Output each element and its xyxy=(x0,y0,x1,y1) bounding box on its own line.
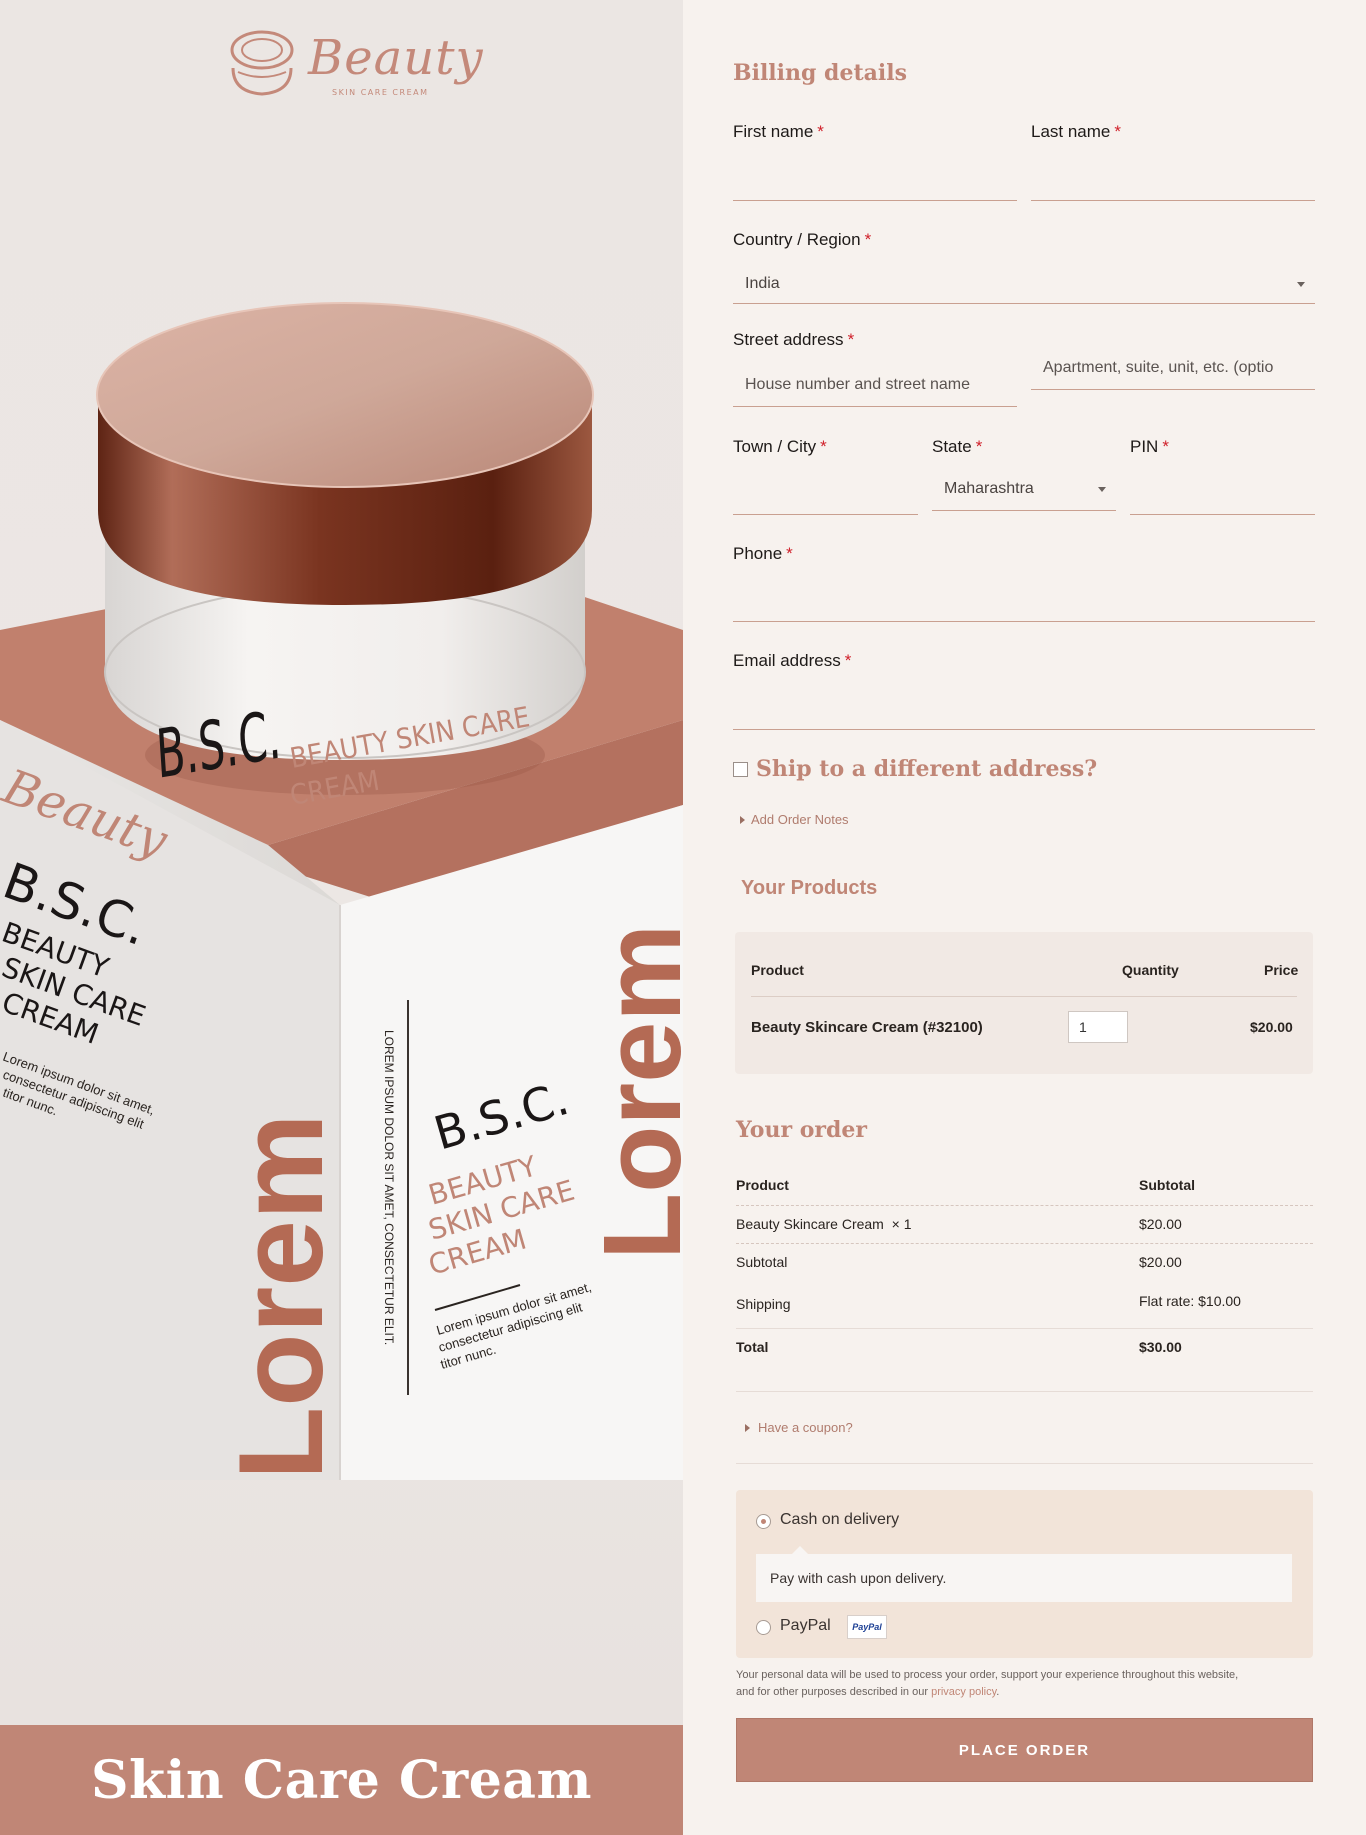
street-address-field[interactable]: House number and street name xyxy=(733,364,1017,407)
coupon-toggle[interactable]: Have a coupon? xyxy=(745,1420,853,1435)
product-price: $20.00 xyxy=(1250,1019,1293,1035)
products-header-quantity: Quantity xyxy=(1122,962,1179,978)
place-order-button[interactable]: PLACE ORDER xyxy=(736,1718,1313,1782)
hero-panel: Beauty SKIN CARE CREAM Lorem Lorem LOREM… xyxy=(0,0,683,1835)
shipping-value: Flat rate: $10.00 xyxy=(1139,1293,1241,1309)
order-divider xyxy=(736,1391,1313,1392)
phone-field[interactable] xyxy=(733,580,1315,622)
order-header-subtotal: Subtotal xyxy=(1139,1177,1195,1193)
products-table: Product Quantity Price Beauty Skincare C… xyxy=(735,932,1313,1074)
compact-mirror-icon xyxy=(230,30,294,96)
products-header-price: Price xyxy=(1264,962,1299,978)
country-value: India xyxy=(745,274,780,292)
billing-title: Billing details xyxy=(733,60,907,86)
street-address-label: Street address * xyxy=(733,330,855,349)
pin-label: PIN * xyxy=(1130,437,1169,456)
ship-different-checkbox[interactable] xyxy=(733,761,748,777)
state-value: Maharashtra xyxy=(944,480,1034,497)
coupon-label: Have a coupon? xyxy=(758,1420,853,1435)
your-products-title: Your Products xyxy=(741,877,878,899)
brand-logo: Beauty SKIN CARE CREAM xyxy=(228,26,483,106)
svg-text:Lorem: Lorem xyxy=(581,924,683,1260)
chevron-down-icon xyxy=(1297,281,1305,287)
order-header-product: Product xyxy=(736,1177,789,1193)
cod-description: Pay with cash upon delivery. xyxy=(756,1554,1292,1602)
logo-wordmark: Beauty xyxy=(308,30,484,86)
order-divider xyxy=(736,1328,1313,1329)
coupon-divider xyxy=(736,1463,1313,1464)
order-item-name: Beauty Skincare Cream × 1 xyxy=(736,1216,912,1232)
payment-methods: Cash on delivery Pay with cash upon deli… xyxy=(736,1490,1313,1658)
paypal-logo-icon: PayPal xyxy=(847,1615,887,1639)
order-notes-toggle[interactable]: Add Order Notes xyxy=(740,812,849,827)
caret-right-icon xyxy=(740,815,745,824)
first-name-label: First name * xyxy=(733,122,824,141)
logo-tagline: SKIN CARE CREAM xyxy=(332,88,429,97)
caret-right-icon xyxy=(745,1423,750,1432)
ship-different-label: Ship to a different address? xyxy=(756,756,1098,782)
paypal-label[interactable]: PayPal xyxy=(780,1617,831,1635)
checkout-panel: Billing details First name * Last name * C… xyxy=(683,0,1366,1835)
privacy-policy-link[interactable]: privacy policy xyxy=(931,1686,996,1698)
subtotal-label: Subtotal xyxy=(736,1254,788,1270)
order-divider xyxy=(736,1205,1313,1206)
email-field[interactable] xyxy=(733,688,1315,730)
last-name-field[interactable] xyxy=(1031,160,1315,201)
first-name-field[interactable] xyxy=(733,160,1017,201)
shipping-label: Shipping xyxy=(736,1296,791,1312)
your-order-title: Your order xyxy=(736,1117,867,1143)
paypal-radio[interactable] xyxy=(756,1620,771,1635)
total-value: $30.00 xyxy=(1139,1339,1182,1355)
total-label: Total xyxy=(736,1339,769,1355)
svg-text:LOREM IPSUM DOLOR SIT AMET, CO: LOREM IPSUM DOLOR SIT AMET, CONSECTETUR … xyxy=(382,1030,396,1345)
hero-title: Skin Care Cream xyxy=(91,1749,592,1811)
state-label: State * xyxy=(932,437,983,456)
apartment-field[interactable]: Apartment, suite, unit, etc. (optio xyxy=(1031,347,1315,390)
privacy-notice: Your personal data will be used to proce… xyxy=(736,1669,1239,1698)
hero-banner: Skin Care Cream xyxy=(0,1725,683,1835)
email-label: Email address * xyxy=(733,651,852,670)
product-image: Lorem Lorem LOREM IPSUM DOLOR SIT AMET, … xyxy=(0,302,683,1480)
ship-different-row[interactable]: Ship to a different address? xyxy=(733,756,1097,782)
cod-radio[interactable] xyxy=(756,1514,771,1529)
pin-field[interactable] xyxy=(1130,474,1315,515)
subtotal-value: $20.00 xyxy=(1139,1254,1182,1270)
phone-label: Phone * xyxy=(733,544,793,563)
country-select[interactable]: India xyxy=(733,264,1315,304)
country-label: Country / Region * xyxy=(733,230,872,249)
products-header-product: Product xyxy=(751,962,804,978)
cod-label[interactable]: Cash on delivery xyxy=(780,1511,899,1529)
product-name: Beauty Skincare Cream (#32100) xyxy=(751,1019,983,1036)
town-city-field[interactable] xyxy=(733,474,918,515)
order-notes-label: Add Order Notes xyxy=(751,812,849,827)
order-divider xyxy=(736,1243,1313,1244)
order-item-subtotal: $20.00 xyxy=(1139,1216,1182,1232)
description-pointer xyxy=(792,1546,808,1554)
state-select[interactable]: Maharashtra xyxy=(932,468,1116,511)
town-city-label: Town / City * xyxy=(733,437,827,456)
chevron-down-icon xyxy=(1098,487,1106,492)
last-name-label: Last name * xyxy=(1031,122,1122,141)
quantity-input[interactable]: 1 xyxy=(1068,1011,1128,1043)
svg-text:Lorem: Lorem xyxy=(214,1113,348,1480)
products-divider xyxy=(751,996,1297,997)
